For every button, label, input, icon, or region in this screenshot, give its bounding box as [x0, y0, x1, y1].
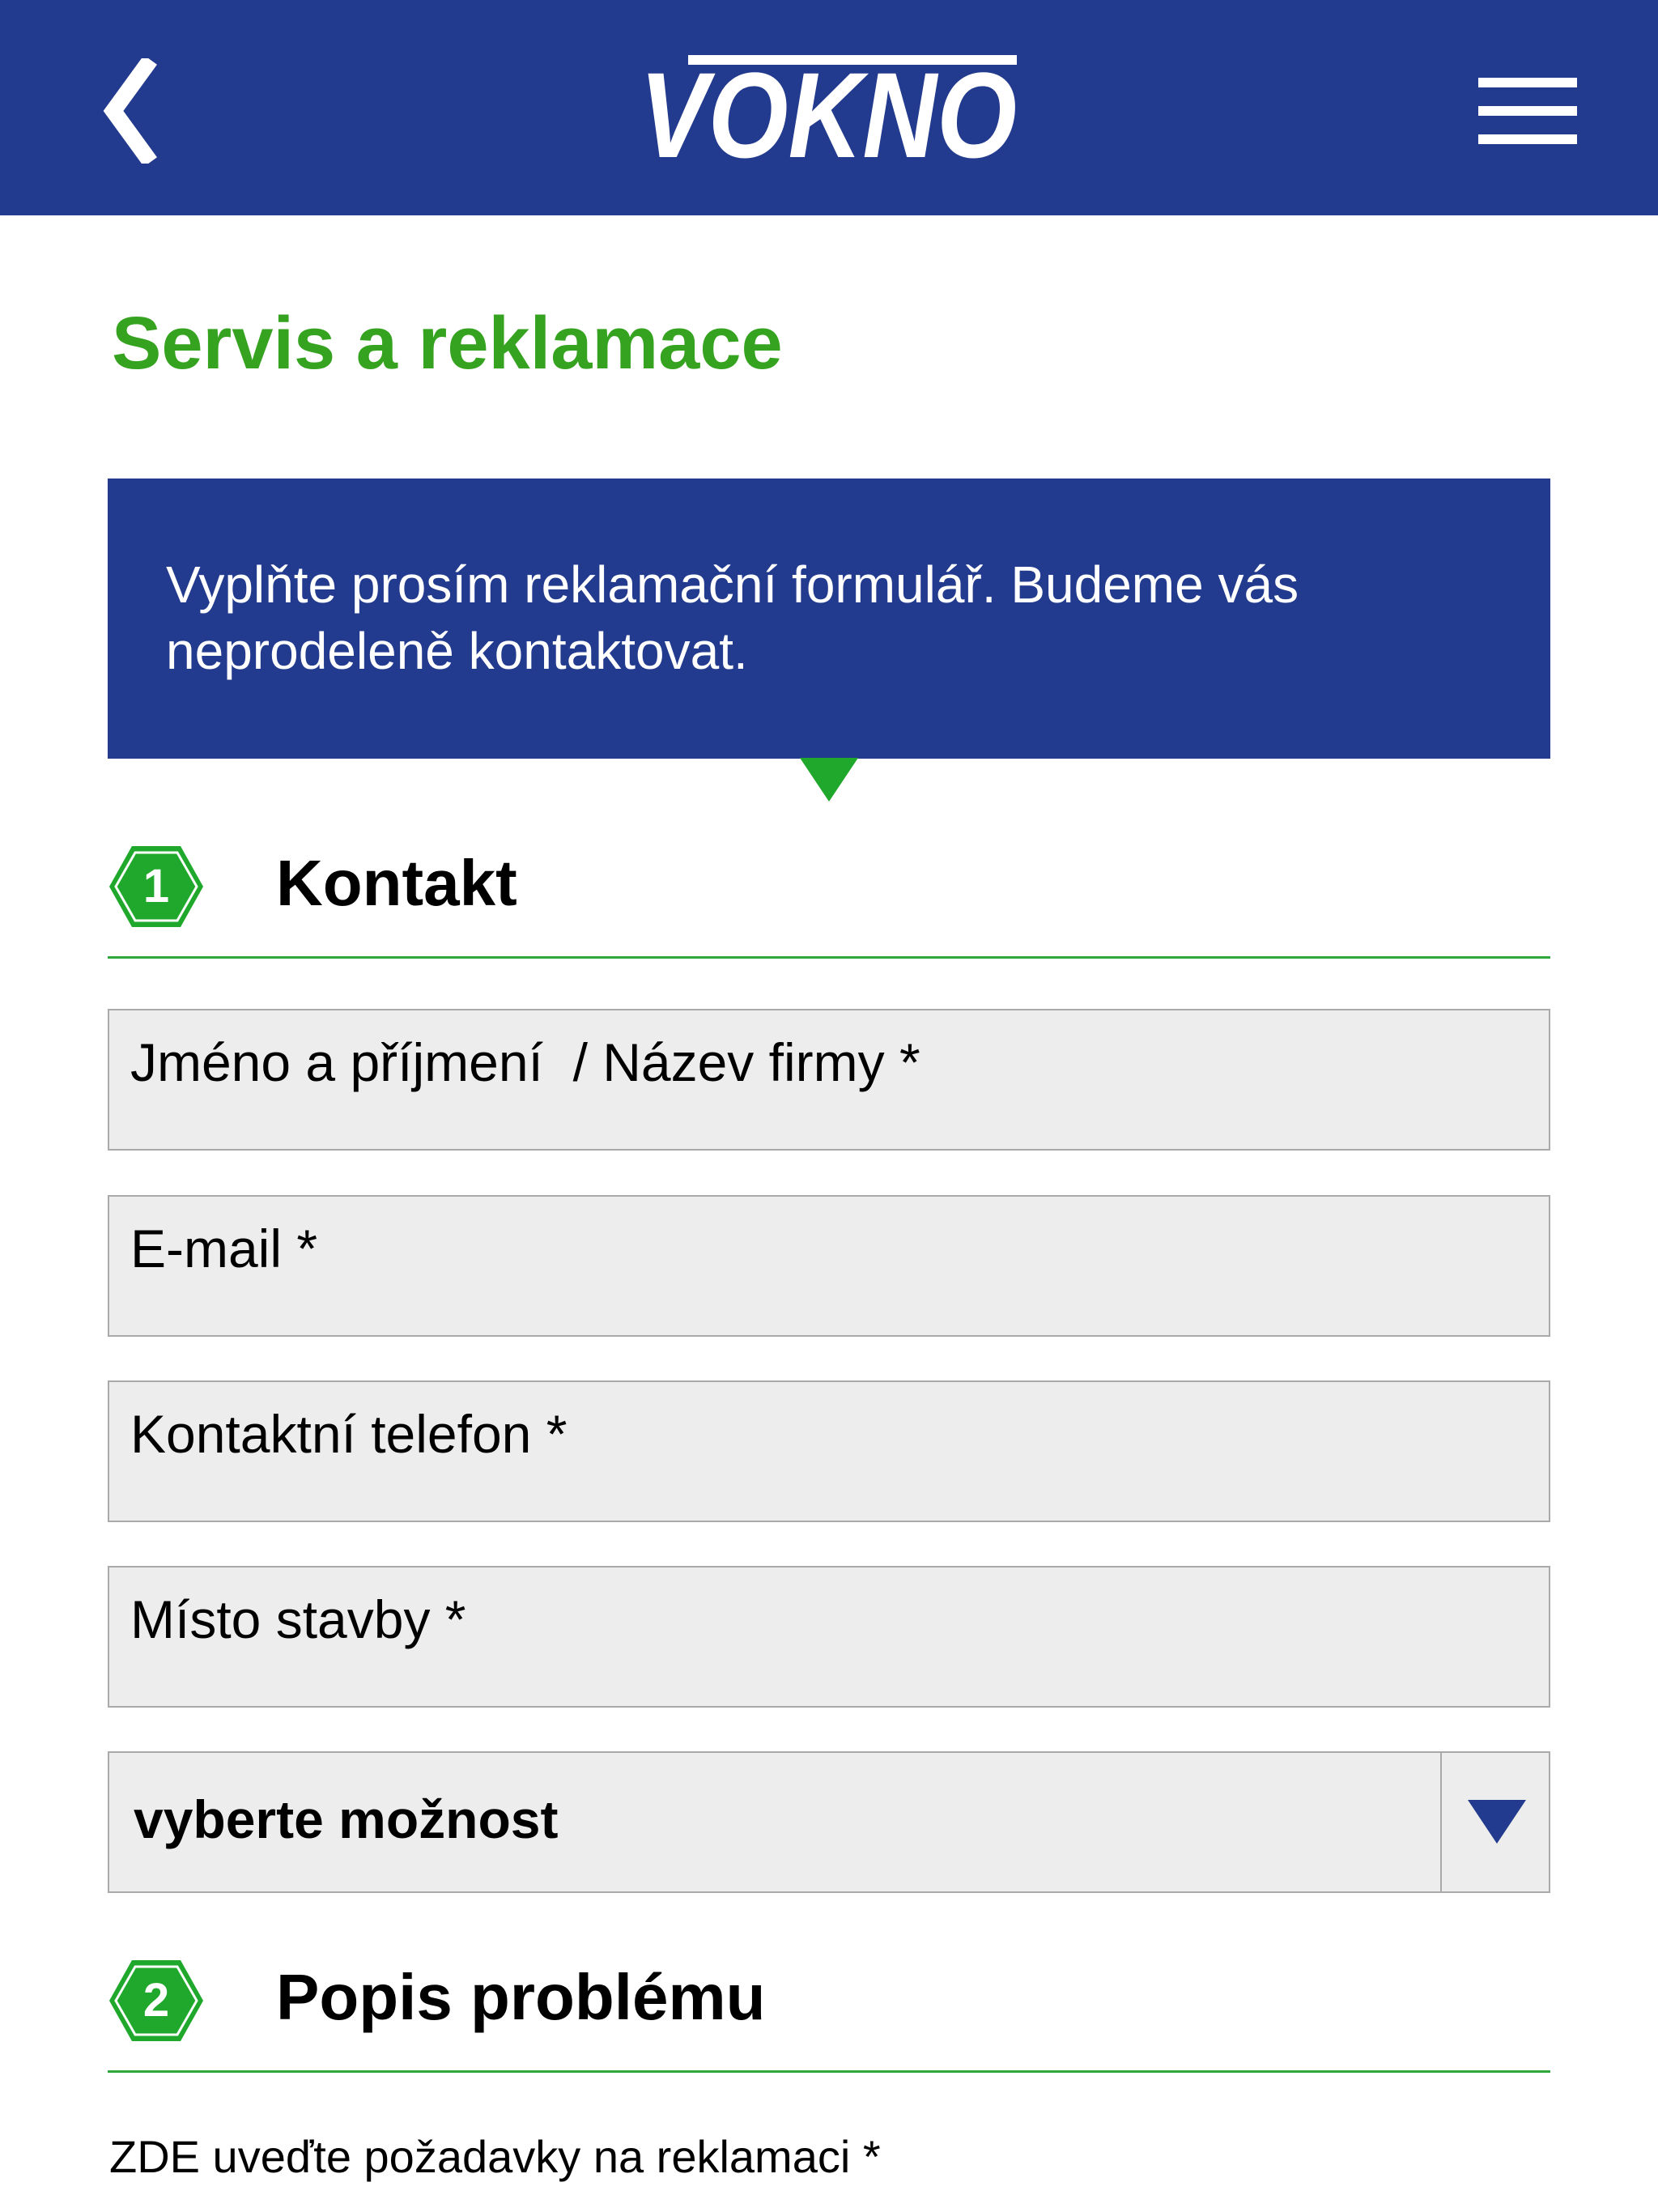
page-title: Servis a reklamace	[112, 302, 783, 385]
chevron-left-icon	[103, 58, 157, 164]
email-field[interactable]: E-mail *	[108, 1195, 1550, 1337]
step-number: 1	[142, 860, 170, 912]
banner-pointer	[800, 758, 858, 802]
location-field[interactable]: Místo stavby *	[108, 1566, 1550, 1708]
section-header-popis: 2 Popis problému	[108, 1959, 1550, 2073]
location-field-placeholder: Místo stavby *	[130, 1589, 466, 1649]
step-number: 2	[142, 1974, 170, 2027]
option-select[interactable]: vyberte možnost	[108, 1751, 1550, 1893]
logo-text: VOKNO	[640, 55, 1017, 160]
section-header-kontakt: 1 Kontakt	[108, 844, 1550, 959]
name-field[interactable]: Jméno a příjmení / Název firmy *	[108, 1009, 1550, 1151]
dropdown-triangle-icon[interactable]	[1468, 1800, 1526, 1844]
menu-button[interactable]	[1478, 78, 1577, 144]
phone-field[interactable]: Kontaktní telefon *	[108, 1380, 1550, 1522]
requirements-label: ZDE uveďte požadavky na reklamaci *	[109, 2131, 881, 2182]
email-field-placeholder: E-mail *	[130, 1219, 318, 1278]
name-field-placeholder: Jméno a příjmení / Název firmy *	[130, 1032, 920, 1092]
select-divider	[1440, 1753, 1442, 1891]
step-badge: 2	[108, 1959, 205, 2043]
intro-banner: Vyplňte prosím reklamační formulář. Bude…	[108, 479, 1550, 759]
section-divider	[108, 956, 1550, 959]
app-header: VOKNO	[0, 0, 1658, 215]
section-title: Popis problému	[276, 1961, 766, 2033]
section-title: Kontakt	[276, 847, 517, 919]
section-divider	[108, 2070, 1550, 2073]
step-badge: 1	[108, 844, 205, 929]
vokno-logo[interactable]: VOKNO	[640, 55, 1017, 160]
phone-field-placeholder: Kontaktní telefon *	[130, 1404, 568, 1464]
intro-text: Vyplňte prosím reklamační formulář. Bude…	[166, 555, 1299, 680]
back-button[interactable]	[96, 58, 176, 164]
select-value: vyberte možnost	[134, 1789, 559, 1849]
